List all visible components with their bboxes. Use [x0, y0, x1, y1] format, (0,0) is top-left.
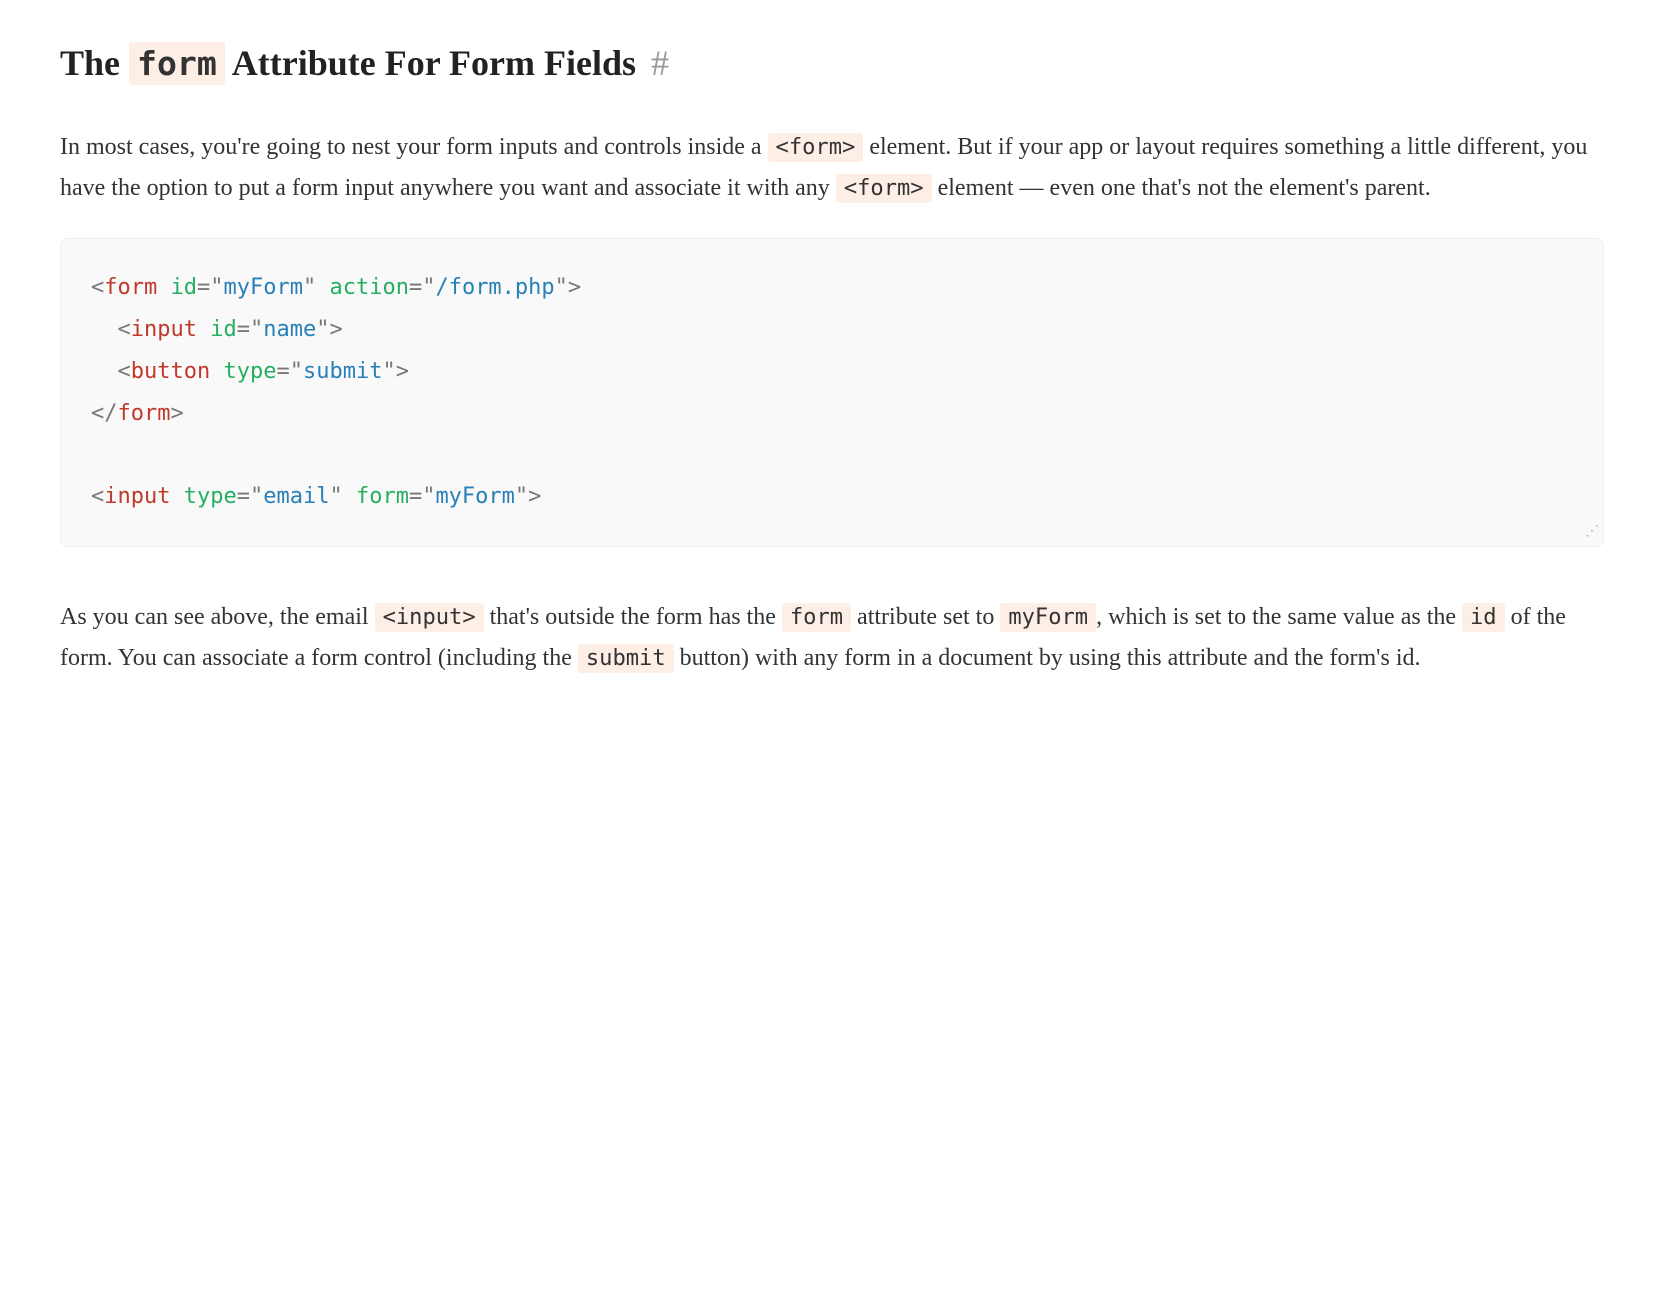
- text: element — even one that's not the elemen…: [932, 175, 1431, 201]
- inline-code-id: id: [1462, 603, 1505, 632]
- text: that's outside the form has the: [484, 604, 782, 630]
- text: , which is set to the same value as the: [1096, 604, 1462, 630]
- inline-code-input-tag: <input>: [375, 603, 484, 632]
- inline-code-myform: myForm: [1000, 603, 1096, 632]
- inline-code-form-tag: <form>: [836, 174, 932, 203]
- text: As you can see above, the email: [60, 604, 375, 630]
- paragraph-2: As you can see above, the email <input> …: [60, 597, 1604, 679]
- code-line-4: </form>: [91, 401, 184, 426]
- text: In most cases, you're going to nest your…: [60, 134, 768, 160]
- inline-code-submit: submit: [578, 644, 674, 673]
- inline-code-form-tag: <form>: [768, 133, 864, 162]
- text: attribute set to: [851, 604, 1000, 630]
- resize-handle-icon: ⋰: [1585, 518, 1599, 545]
- code-block[interactable]: <form id="myForm" action="/form.php"> <i…: [60, 238, 1604, 547]
- section-heading: The form Attribute For Form Fields #: [60, 40, 1604, 87]
- heading-code: form: [129, 42, 225, 85]
- code-line-3: <button type="submit">: [91, 359, 409, 384]
- code-line-2: <input id="name">: [91, 317, 343, 342]
- heading-anchor-link[interactable]: #: [651, 43, 669, 83]
- code-line-1: <form id="myForm" action="/form.php">: [91, 275, 581, 300]
- heading-text-suffix: Attribute For Form Fields: [225, 43, 645, 83]
- code-line-6: <input type="email" form="myForm">: [91, 484, 541, 509]
- paragraph-1: In most cases, you're going to nest your…: [60, 127, 1604, 209]
- inline-code-form-attr: form: [782, 603, 851, 632]
- heading-text-prefix: The: [60, 43, 129, 83]
- text: button) with any form in a document by u…: [674, 645, 1421, 671]
